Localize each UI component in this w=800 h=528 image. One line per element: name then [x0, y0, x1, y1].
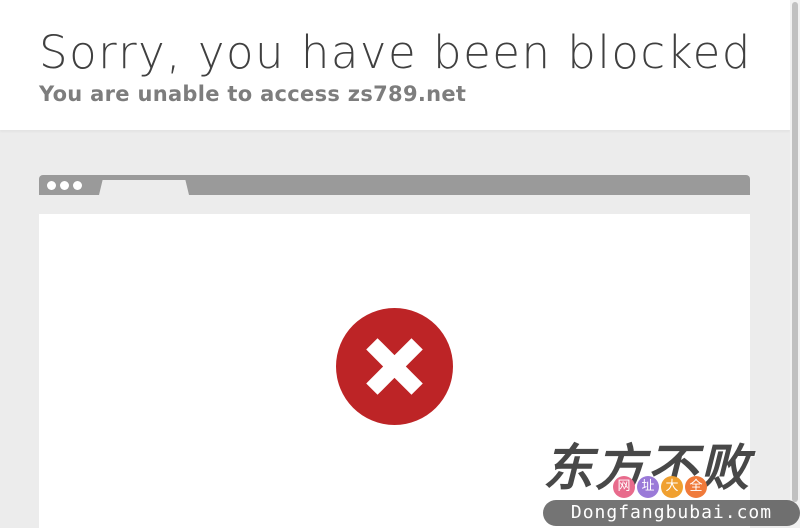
error-x-icon	[336, 308, 453, 425]
browser-illustration-bar	[39, 175, 750, 195]
browser-tab-shape	[99, 180, 189, 195]
watermark-subtitle: 网 址 大 全	[613, 476, 707, 498]
watermark-char: 全	[685, 476, 707, 498]
window-dot-icon	[47, 181, 56, 190]
window-dot-icon	[73, 181, 82, 190]
watermark-char: 大	[661, 476, 683, 498]
page-title: Sorry, you have been blocked	[39, 26, 752, 79]
watermark-char: 址	[637, 476, 659, 498]
watermark-url: Dongfangbubai.com	[543, 500, 800, 526]
page-header: Sorry, you have been blocked You are una…	[0, 0, 790, 130]
watermark-char: 网	[613, 476, 635, 498]
scrollbar-thumb[interactable]	[792, 2, 798, 502]
window-dot-icon	[60, 181, 69, 190]
watermark-logo: 东方不败 网 址 大 全 Dongfangbubai.com	[543, 428, 800, 528]
page-subtitle: You are unable to access zs789.net	[39, 82, 467, 106]
